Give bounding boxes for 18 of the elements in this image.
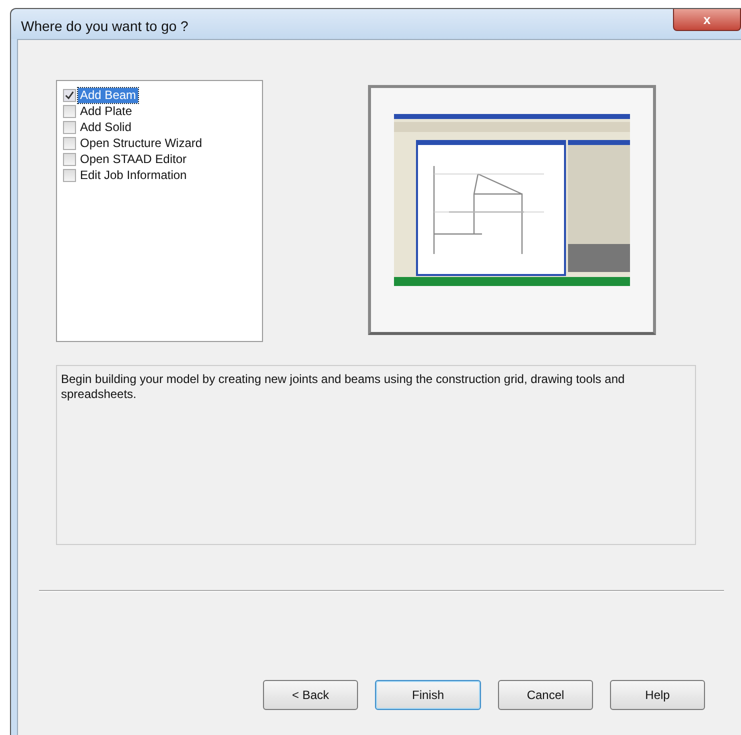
dialog-button[interactable]: Cancel (498, 680, 593, 710)
checkbox[interactable] (63, 152, 76, 166)
window-title: Where do you want to go ? (21, 18, 188, 34)
description-text: Begin building your model by creating new joints and beams using the construction grid, drawing tools and spreadsheets. (56, 365, 696, 545)
dialog-button[interactable]: < Back (263, 680, 358, 710)
option-item[interactable]: Add Beam (78, 88, 138, 102)
checkbox[interactable] (63, 120, 76, 134)
checkbox[interactable] (63, 88, 76, 102)
option-item[interactable]: Open STAAD Editor (78, 152, 188, 166)
option-item[interactable]: Add Plate (78, 104, 134, 118)
option-item[interactable]: Add Solid (78, 120, 134, 134)
option-item[interactable]: Edit Job Information (78, 168, 189, 182)
option-item[interactable]: Open Structure Wizard (78, 136, 204, 150)
checkbox[interactable] (63, 136, 76, 150)
dialog-button[interactable]: Finish (375, 680, 481, 710)
dialog-button[interactable]: Help (610, 680, 705, 710)
checkbox[interactable] (63, 168, 76, 182)
checkbox[interactable] (63, 104, 76, 118)
